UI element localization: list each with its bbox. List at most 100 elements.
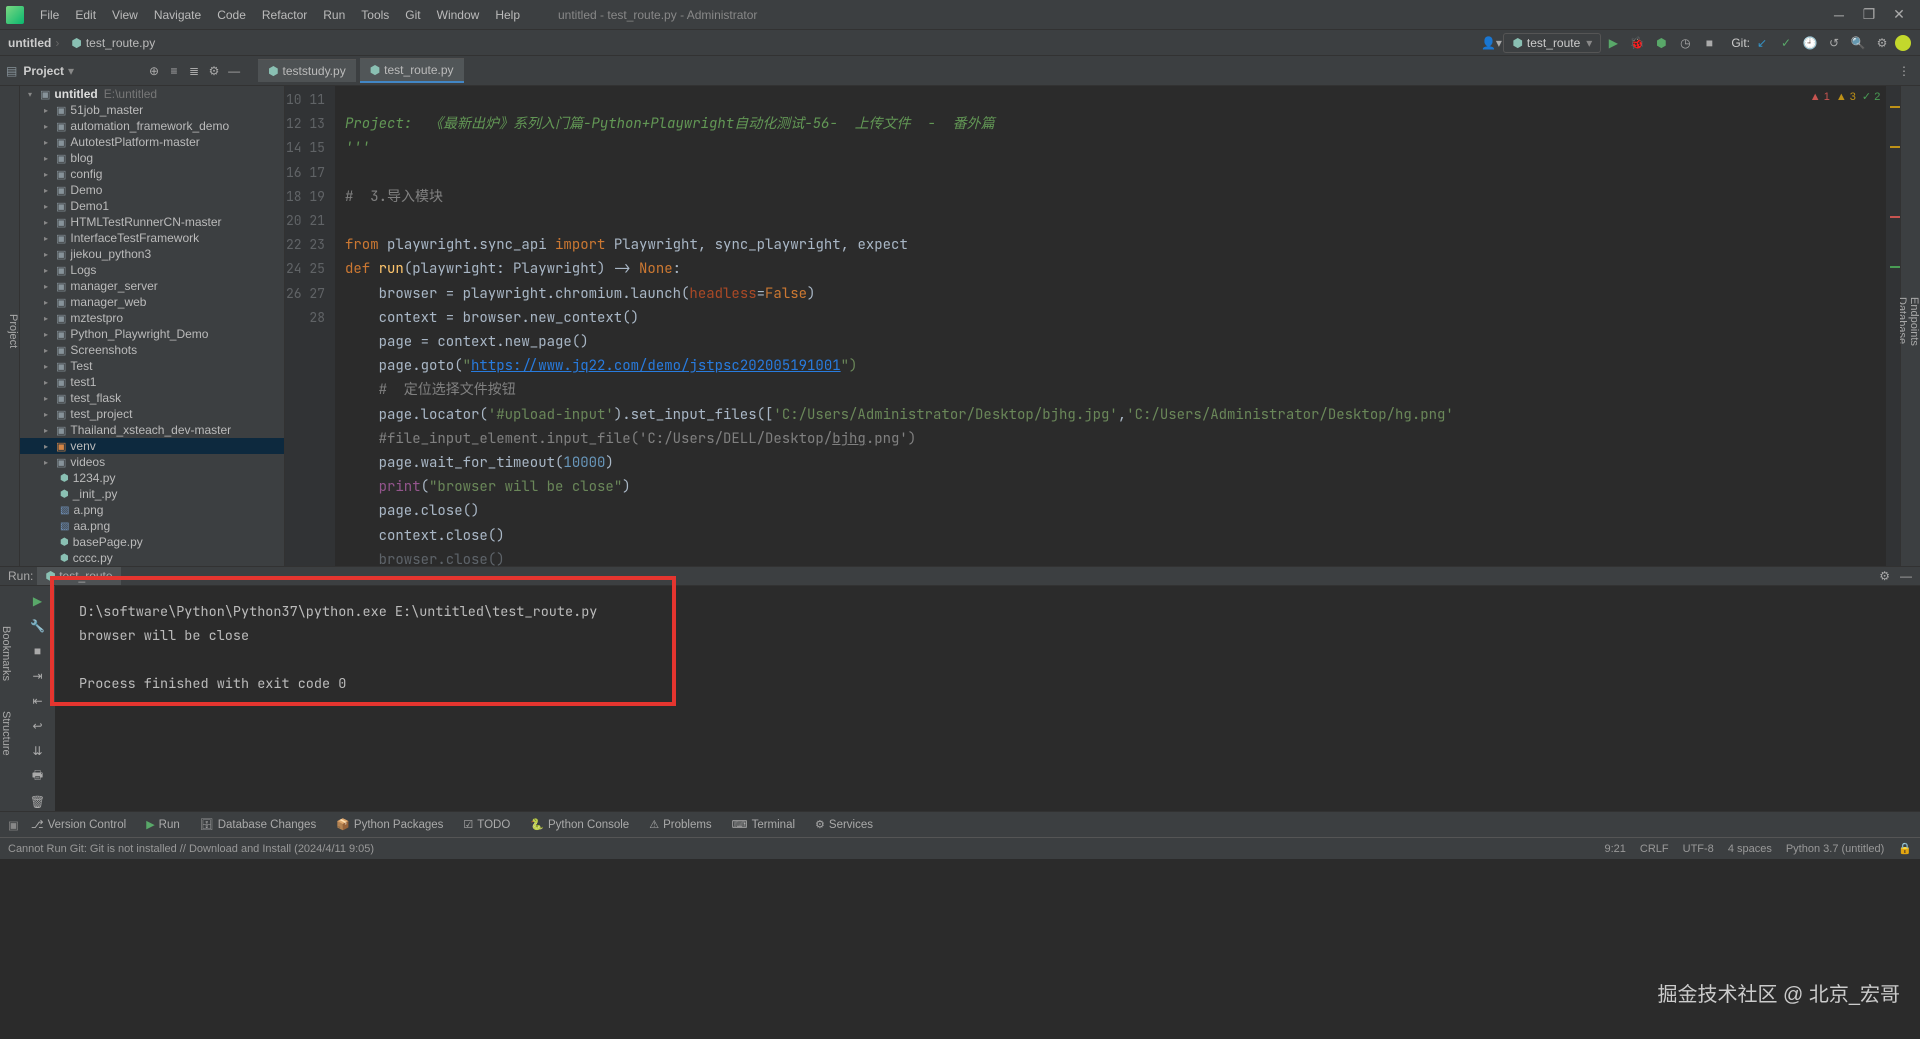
- tab-python-packages[interactable]: 📦Python Packages: [328, 815, 451, 834]
- tree-folder[interactable]: ▸▣51job_master: [20, 102, 284, 118]
- menu-tools[interactable]: Tools: [353, 4, 397, 26]
- stop-button[interactable]: ■: [1698, 32, 1720, 54]
- maximize-button[interactable]: ❐: [1854, 5, 1884, 25]
- avatar-icon[interactable]: [1895, 35, 1911, 51]
- tree-file[interactable]: ⬢_init_.py: [20, 486, 284, 502]
- code-area[interactable]: Project: 《最新出炉》系列入门篇-Python+Playwright自动…: [335, 86, 1886, 566]
- soft-wrap-icon[interactable]: ↩: [28, 716, 48, 735]
- line-separator[interactable]: CRLF: [1640, 843, 1669, 855]
- tree-folder[interactable]: ▸▣mztestpro: [20, 310, 284, 326]
- breadcrumb-file[interactable]: test_route.py: [86, 36, 155, 50]
- hide-tool-icon[interactable]: —: [224, 64, 244, 78]
- tab-python-console[interactable]: 🐍Python Console: [522, 815, 637, 834]
- tree-file[interactable]: ⬢1234.py: [20, 470, 284, 486]
- tree-folder-venv[interactable]: ▸▣venv: [20, 438, 284, 454]
- run-up-icon[interactable]: ⇥: [28, 667, 48, 686]
- left-tool-structure[interactable]: Structure: [0, 681, 12, 756]
- locate-icon[interactable]: ⊕: [144, 64, 164, 78]
- tab-list-icon[interactable]: ⋮: [1894, 64, 1914, 78]
- file-encoding[interactable]: UTF-8: [1683, 843, 1714, 855]
- left-tool-bookmarks[interactable]: Bookmarks: [0, 586, 12, 681]
- menu-code[interactable]: Code: [209, 4, 254, 26]
- python-interpreter[interactable]: Python 3.7 (untitled): [1786, 843, 1884, 855]
- project-tool-label[interactable]: Project: [23, 64, 64, 78]
- minimize-button[interactable]: ─: [1824, 5, 1854, 25]
- stop-run-button[interactable]: 🔧: [28, 617, 48, 636]
- search-everywhere-icon[interactable]: 🔍: [1847, 32, 1869, 54]
- code-editor[interactable]: 10 11 12 13 14 15 16 17 18 19 20 21 22 2…: [285, 86, 1900, 566]
- coverage-button[interactable]: ⬢: [1650, 32, 1672, 54]
- tab-database-changes[interactable]: 🗄Database Changes: [192, 815, 324, 834]
- tree-file[interactable]: ▧aa.png: [20, 518, 284, 534]
- project-tree[interactable]: ▾▣ untitled E:\untitled ▸▣51job_master▸▣…: [20, 86, 285, 566]
- tree-folder[interactable]: ▸▣Thailand_xsteach_dev-master: [20, 422, 284, 438]
- run-down-icon[interactable]: ⇤: [28, 692, 48, 711]
- tree-folder-videos[interactable]: ▸▣videos: [20, 454, 284, 470]
- menu-navigate[interactable]: Navigate: [146, 4, 209, 26]
- tree-folder[interactable]: ▸▣AutotestPlatform-master: [20, 134, 284, 150]
- tree-folder[interactable]: ▸▣Screenshots: [20, 342, 284, 358]
- tab-version-control[interactable]: ⎇Version Control: [23, 815, 134, 834]
- expand-icon[interactable]: ≡: [164, 64, 184, 78]
- profile-button[interactable]: ◷: [1674, 32, 1696, 54]
- tree-folder[interactable]: ▸▣Test: [20, 358, 284, 374]
- left-tool-project[interactable]: Project: [7, 96, 19, 566]
- git-rollback-icon[interactable]: ↺: [1823, 32, 1845, 54]
- tree-folder[interactable]: ▸▣test1: [20, 374, 284, 390]
- run-settings-icon[interactable]: ⚙: [1879, 569, 1890, 583]
- run-hide-icon[interactable]: —: [1900, 569, 1912, 583]
- tab-problems[interactable]: ⚠Problems: [641, 815, 719, 834]
- tree-folder[interactable]: ▸▣automation_framework_demo: [20, 118, 284, 134]
- scroll-end-icon[interactable]: ⇊: [28, 741, 48, 760]
- run-config-selector[interactable]: ⬢ test_route ▾: [1503, 33, 1601, 53]
- project-tool-icon[interactable]: ▤: [6, 64, 17, 78]
- tree-folder[interactable]: ▸▣config: [20, 166, 284, 182]
- tree-folder[interactable]: ▸▣blog: [20, 150, 284, 166]
- collapse-icon[interactable]: ≣: [184, 64, 204, 78]
- error-stripe[interactable]: [1886, 86, 1900, 566]
- menu-view[interactable]: View: [104, 4, 146, 26]
- menu-help[interactable]: Help: [487, 4, 528, 26]
- tree-file[interactable]: ▧a.png: [20, 502, 284, 518]
- inspection-widget[interactable]: ▲ 1 ▲ 3 ✓ 2 ˇ: [1810, 90, 1890, 103]
- tree-file[interactable]: ⬢cccc.py: [20, 550, 284, 566]
- tree-folder[interactable]: ▸▣jiekou_python3: [20, 246, 284, 262]
- tree-folder[interactable]: ▸▣Demo1: [20, 198, 284, 214]
- tree-root[interactable]: ▾▣ untitled E:\untitled: [20, 86, 284, 102]
- tree-folder[interactable]: ▸▣HTMLTestRunnerCN-master: [20, 214, 284, 230]
- tree-folder[interactable]: ▸▣manager_server: [20, 278, 284, 294]
- tree-file[interactable]: ⬢basePage.py: [20, 534, 284, 550]
- lock-icon[interactable]: 🔒: [1898, 842, 1912, 855]
- print-icon[interactable]: 🖶: [28, 766, 48, 786]
- run-stop-icon[interactable]: ■: [28, 642, 48, 661]
- menu-run[interactable]: Run: [315, 4, 353, 26]
- tree-folder[interactable]: ▸▣manager_web: [20, 294, 284, 310]
- tree-folder[interactable]: ▸▣test_project: [20, 406, 284, 422]
- tab-terminal[interactable]: ⌨Terminal: [724, 815, 803, 834]
- tree-folder[interactable]: ▸▣test_flask: [20, 390, 284, 406]
- run-tab[interactable]: ⬢ test_route: [37, 567, 120, 585]
- menu-git[interactable]: Git: [397, 4, 428, 26]
- rerun-button[interactable]: ▶: [28, 592, 48, 611]
- tree-folder[interactable]: ▸▣Logs: [20, 262, 284, 278]
- breadcrumb-project[interactable]: untitled: [8, 36, 51, 50]
- run-output[interactable]: D:\software\Python\Python37\python.exe E…: [55, 586, 1920, 811]
- editor-tab-teststudy[interactable]: ⬢teststudy.py: [258, 59, 356, 82]
- project-dropdown-icon[interactable]: ▾: [68, 64, 74, 78]
- right-tool-endpoints[interactable]: Endpoints: [1908, 96, 1920, 546]
- menu-file[interactable]: File: [32, 4, 67, 26]
- tree-folder[interactable]: ▸▣InterfaceTestFramework: [20, 230, 284, 246]
- git-update-icon[interactable]: ↙: [1751, 32, 1773, 54]
- git-commit-icon[interactable]: ✓: [1775, 32, 1797, 54]
- menu-refactor[interactable]: Refactor: [254, 4, 315, 26]
- tree-folder[interactable]: ▸▣Demo: [20, 182, 284, 198]
- menu-edit[interactable]: Edit: [67, 4, 104, 26]
- tab-services[interactable]: ⚙Services: [807, 815, 881, 834]
- settings-icon[interactable]: ⚙: [1871, 32, 1893, 54]
- tab-todo[interactable]: ☑TODO: [455, 815, 518, 834]
- user-icon[interactable]: 👤▾: [1480, 32, 1502, 54]
- tool-window-icon[interactable]: ▣: [8, 818, 19, 832]
- indent-setting[interactable]: 4 spaces: [1728, 843, 1772, 855]
- run-button[interactable]: ▶: [1602, 32, 1624, 54]
- tool-settings-icon[interactable]: ⚙: [204, 64, 224, 78]
